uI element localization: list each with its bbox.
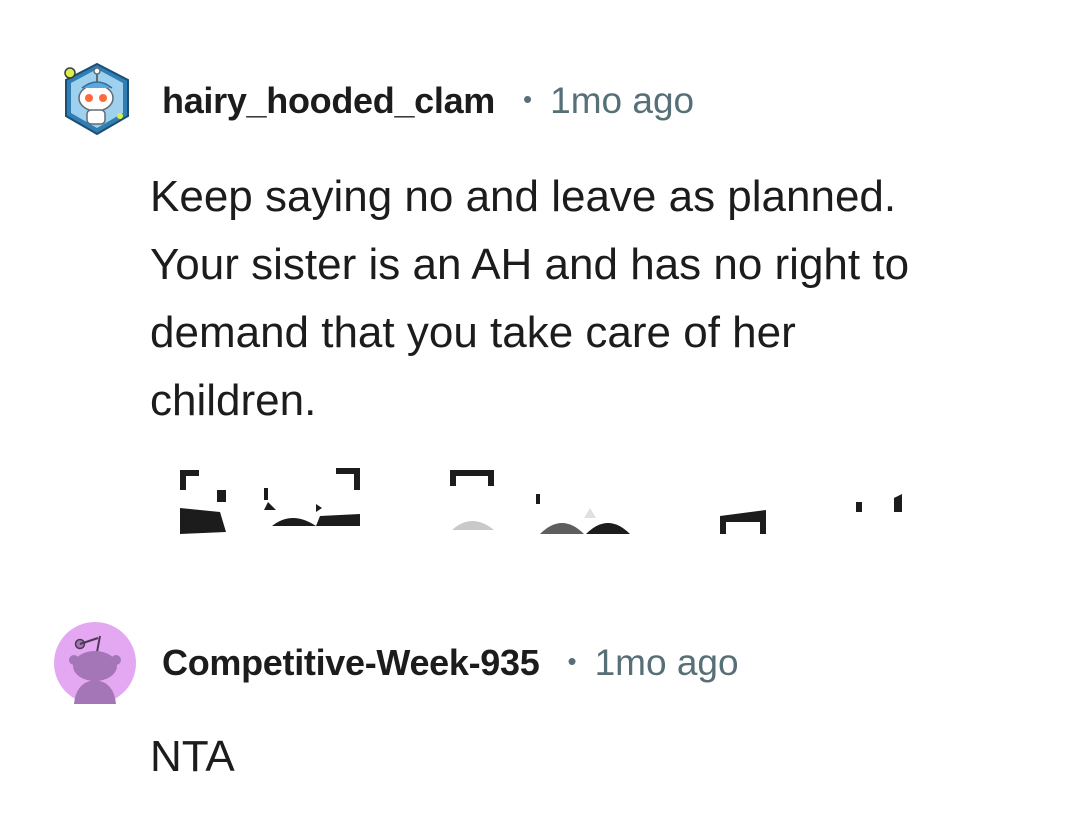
comment-1: hairy_hooded_clam • 1mo ago Keep saying … (0, 0, 1080, 560)
username[interactable]: Competitive-Week-935 (162, 642, 540, 684)
username[interactable]: hairy_hooded_clam (162, 80, 495, 122)
snoo-avatar-icon (64, 62, 129, 136)
comment-body: Keep saying no and leave as planned. You… (150, 172, 910, 425)
timestamp: 1mo ago (594, 642, 739, 683)
comment-meta: Competitive-Week-935 • 1mo ago (162, 642, 739, 684)
meta-separator: • (567, 645, 577, 676)
user-avatar[interactable] (56, 58, 138, 140)
comment-actions (0, 460, 1080, 550)
timestamp: 1mo ago (550, 80, 695, 121)
default-snoo-avatar-icon (54, 622, 136, 704)
meta-separator: • (523, 83, 533, 114)
actions-glyph-fragments (180, 468, 902, 534)
comment-2: Competitive-Week-935 • 1mo ago NTA (0, 600, 1080, 818)
comment-body: NTA (150, 732, 235, 781)
user-avatar[interactable] (54, 622, 136, 704)
comment-meta: hairy_hooded_clam • 1mo ago (162, 80, 694, 122)
